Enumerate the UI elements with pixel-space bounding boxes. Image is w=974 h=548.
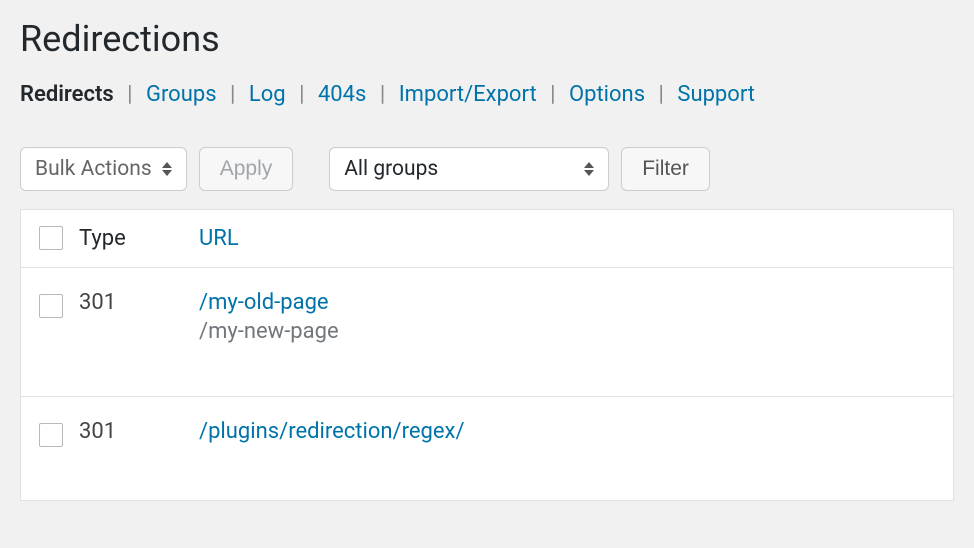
tab-separator: | bbox=[380, 82, 385, 107]
row-type: 301 bbox=[79, 419, 199, 444]
tab-separator: | bbox=[299, 82, 304, 107]
tab-nav: Redirects | Groups | Log | 404s | Import… bbox=[20, 82, 954, 107]
tab-separator: | bbox=[659, 82, 664, 107]
row-type: 301 bbox=[79, 290, 199, 315]
tab-redirects[interactable]: Redirects bbox=[20, 82, 114, 107]
bulk-actions-label: Bulk Actions bbox=[35, 157, 152, 181]
tab-404s[interactable]: 404s bbox=[318, 82, 366, 107]
tab-support[interactable]: Support bbox=[677, 82, 755, 107]
tab-options[interactable]: Options bbox=[569, 82, 645, 107]
tab-separator: | bbox=[127, 82, 132, 107]
redirects-table: Type URL 301 /my-old-page /my-new-page 3… bbox=[20, 209, 954, 501]
controls-bar: Bulk Actions Apply All groups Filter bbox=[20, 147, 954, 191]
tab-import-export[interactable]: Import/Export bbox=[399, 82, 537, 107]
chevron-sort-icon bbox=[584, 162, 594, 176]
row-target-url: /my-new-page bbox=[199, 319, 935, 344]
group-filter-label: All groups bbox=[344, 157, 438, 181]
page-title: Redirections bbox=[20, 18, 954, 60]
row-checkbox[interactable] bbox=[39, 423, 63, 447]
column-type-header: Type bbox=[79, 226, 199, 251]
table-row: 301 /plugins/redirection/regex/ bbox=[21, 397, 953, 501]
apply-button[interactable]: Apply bbox=[199, 147, 294, 191]
table-header-row: Type URL bbox=[21, 210, 953, 268]
tab-groups[interactable]: Groups bbox=[146, 82, 217, 107]
bulk-actions-select[interactable]: Bulk Actions bbox=[20, 147, 187, 191]
row-checkbox[interactable] bbox=[39, 294, 63, 318]
select-all-checkbox[interactable] bbox=[39, 226, 63, 250]
group-filter-select[interactable]: All groups bbox=[329, 147, 609, 191]
filter-button[interactable]: Filter bbox=[621, 147, 710, 191]
chevron-sort-icon bbox=[162, 162, 172, 176]
tab-separator: | bbox=[550, 82, 555, 107]
tab-separator: | bbox=[230, 82, 235, 107]
tab-log[interactable]: Log bbox=[249, 82, 286, 107]
row-source-url[interactable]: /plugins/redirection/regex/ bbox=[199, 419, 935, 444]
column-url-header[interactable]: URL bbox=[199, 226, 239, 251]
row-source-url[interactable]: /my-old-page bbox=[199, 290, 935, 315]
table-row: 301 /my-old-page /my-new-page bbox=[21, 268, 953, 397]
